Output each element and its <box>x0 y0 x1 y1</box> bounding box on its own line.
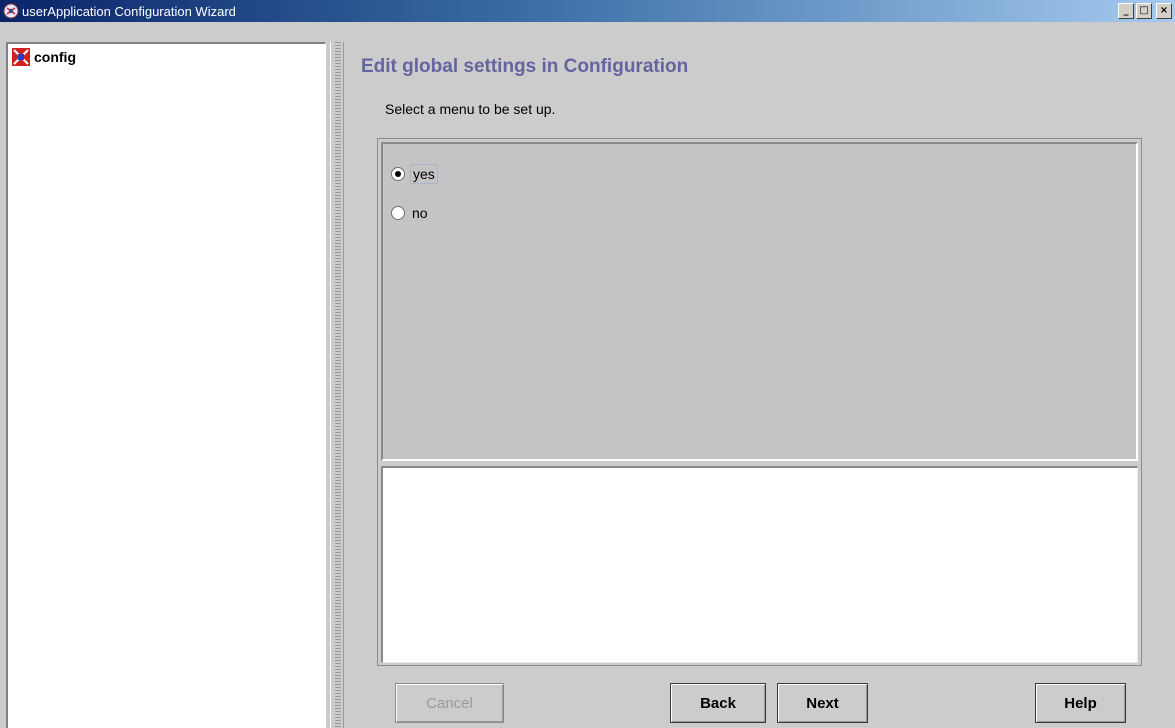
instruction-text: Select a menu to be set up. <box>385 101 556 117</box>
title-bar[interactable]: userApplication Configuration Wizard _ □… <box>0 0 1175 22</box>
minimize-button[interactable]: _ <box>1118 3 1134 19</box>
split-divider[interactable] <box>330 42 344 728</box>
radio-button[interactable] <box>391 167 405 181</box>
options-list: yes no <box>381 142 1138 461</box>
tree-item-label: config <box>34 49 76 65</box>
options-frame: yes no <box>377 138 1142 666</box>
radio-option-yes[interactable]: yes <box>391 164 438 184</box>
radio-label[interactable]: yes <box>410 164 438 184</box>
description-area <box>381 466 1138 663</box>
config-tree[interactable]: config <box>6 42 326 728</box>
tree-item-config[interactable]: config <box>12 48 76 66</box>
radio-selected-dot <box>395 171 401 177</box>
window-controls: _ □ × <box>1118 3 1172 19</box>
radio-button[interactable] <box>391 206 405 220</box>
help-button[interactable]: Help <box>1035 683 1126 723</box>
radio-label[interactable]: no <box>410 204 430 222</box>
next-button[interactable]: Next <box>777 683 868 723</box>
window-title: userApplication Configuration Wizard <box>22 3 236 19</box>
close-button[interactable]: × <box>1156 3 1172 19</box>
wizard-window: userApplication Configuration Wizard _ □… <box>0 0 1175 728</box>
config-node-icon <box>12 48 30 66</box>
page-title: Edit global settings in Configuration <box>361 56 689 77</box>
app-icon <box>3 3 19 19</box>
maximize-button[interactable]: □ <box>1136 3 1152 19</box>
back-button[interactable]: Back <box>670 683 766 723</box>
radio-option-no[interactable]: no <box>391 204 430 222</box>
cancel-button[interactable]: Cancel <box>395 683 504 723</box>
